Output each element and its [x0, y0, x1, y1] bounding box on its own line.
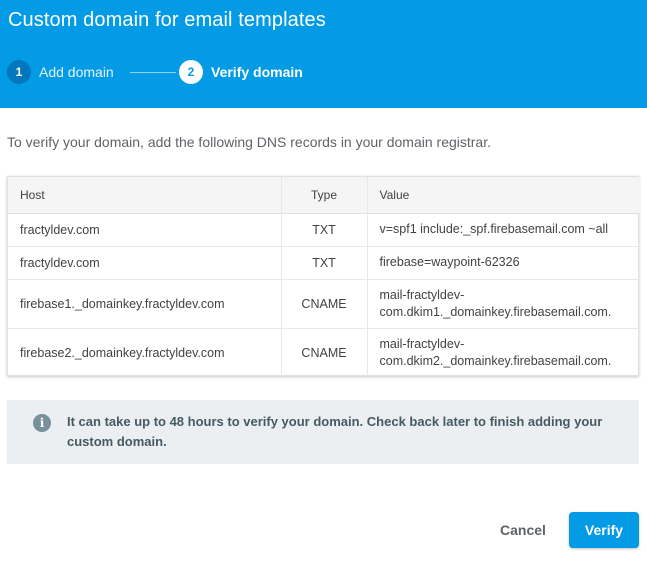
dialog-actions: Cancel Verify [0, 510, 647, 550]
cell-type: CNAME [280, 279, 367, 329]
info-message: It can take up to 48 hours to verify you… [67, 414, 603, 449]
cell-host: firebase2._domainkey.fractyldev.com [20, 345, 225, 360]
cell-type: CNAME [280, 328, 367, 377]
header-value: Value [366, 177, 640, 214]
cell-value: firebase=waypoint-62326 [366, 246, 640, 280]
step-connector [130, 72, 176, 73]
cell-host: firebase1._domainkey.fractyldev.com [8, 279, 281, 329]
table-row: fractyldev.com TXT firebase=waypoint-623… [8, 246, 640, 280]
table-row: firebase1._domainkey.fractyldev.com CNAM… [8, 279, 640, 329]
cell-type: TXT [280, 213, 367, 247]
header-host: Host [8, 177, 281, 214]
cell-value: v=spf1 include:_spf.firebasemail.com ~al… [366, 213, 640, 247]
dialog-header: Custom domain for email templates 1 Add … [0, 0, 647, 108]
step-verify-domain: 2 Verify domain [179, 60, 303, 84]
stepper: 1 Add domain 2 Verify domain [7, 60, 407, 84]
dns-records-table: Host Type Value fractyldev.com TXT v=spf… [7, 176, 640, 377]
step-number: 1 [7, 60, 31, 84]
dialog-title: Custom domain for email templates [8, 9, 326, 31]
info-banner: i It can take up to 48 hours to verify y… [7, 400, 639, 464]
cell-host: fractyldev.com [8, 213, 281, 247]
step-add-domain: 1 Add domain [7, 60, 114, 84]
cancel-button[interactable]: Cancel [492, 512, 554, 548]
step-number: 2 [179, 60, 203, 84]
cell-value: mail-fractyldev-com.dkim1._domainkey.fir… [366, 279, 640, 329]
header-type: Type [280, 177, 367, 214]
step-label: Add domain [39, 64, 114, 80]
verify-instructions: To verify your domain, add the following… [7, 134, 491, 150]
verify-button[interactable]: Verify [569, 512, 639, 548]
table-header-row: Host Type Value [8, 177, 640, 214]
table-row: firebase2._domainkey.fractyldev.com CNAM… [8, 328, 640, 377]
cell-value: mail-fractyldev-com.dkim2._domainkey.fir… [366, 328, 640, 377]
step-label: Verify domain [211, 64, 303, 80]
table-row: fractyldev.com TXT v=spf1 include:_spf.f… [8, 213, 640, 247]
cell-host: fractyldev.com [8, 246, 281, 280]
cell-type: TXT [280, 246, 367, 280]
info-icon: i [33, 414, 51, 432]
